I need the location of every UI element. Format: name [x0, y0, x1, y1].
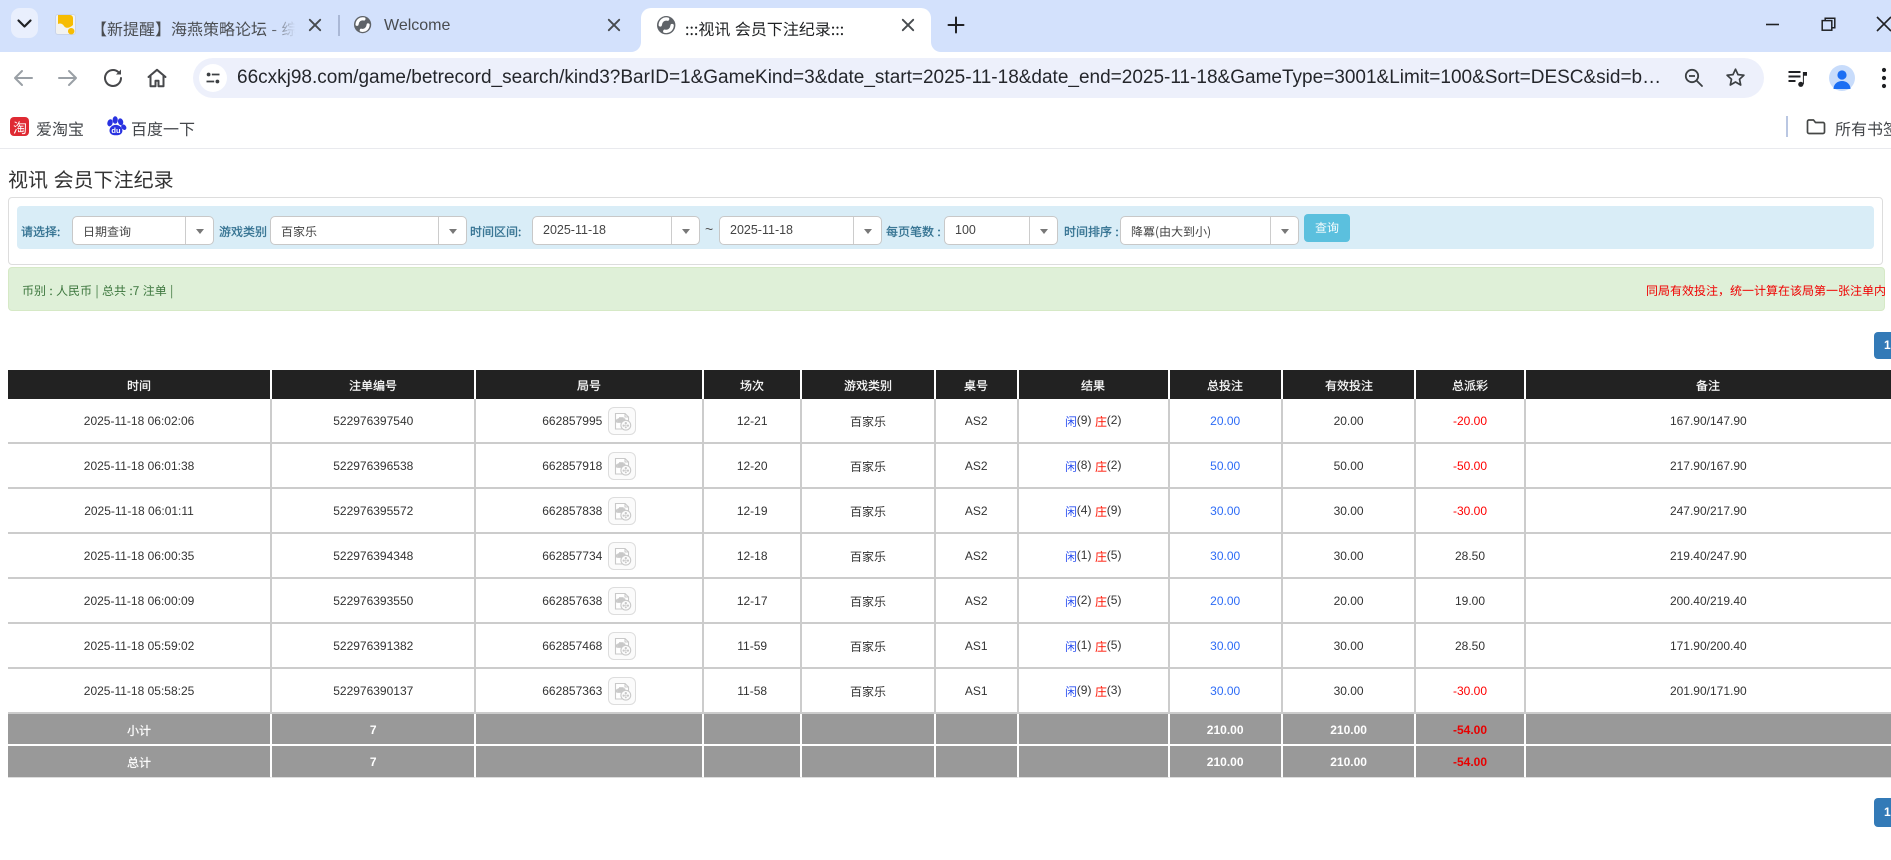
svg-text:du: du: [111, 126, 121, 135]
